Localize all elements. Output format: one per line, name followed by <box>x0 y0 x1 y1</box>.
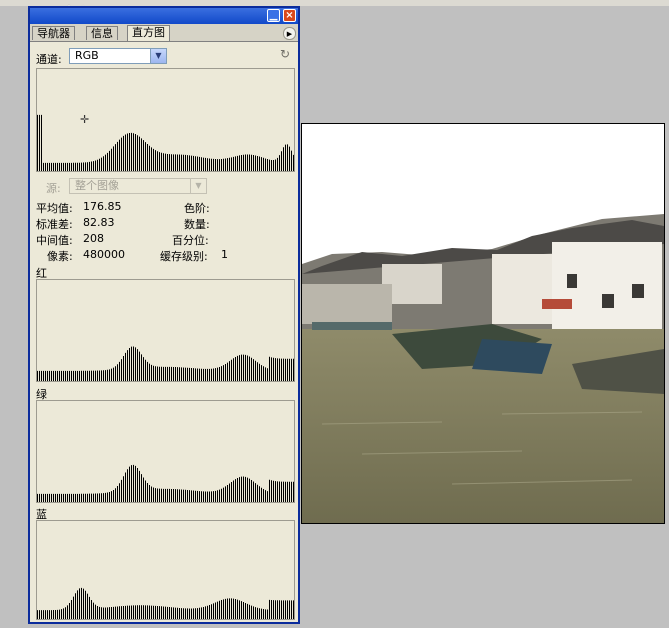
pixels-label: 像素: <box>47 250 73 263</box>
chevron-down-icon[interactable]: ▼ <box>150 49 166 63</box>
channel-select[interactable]: RGB ▼ <box>69 48 167 64</box>
mean-label: 平均值: <box>36 202 73 215</box>
stddev-label: 标准差: <box>36 218 73 231</box>
tab-navigator[interactable]: 导航器 <box>32 26 75 40</box>
minimize-icon[interactable]: ▁ <box>267 9 280 22</box>
panel-titlebar[interactable]: ▁ × <box>30 8 298 24</box>
median-value: 208 <box>83 232 104 245</box>
count-label: 数量: <box>184 218 210 231</box>
median-label: 中间值: <box>36 234 73 247</box>
green-histogram <box>36 400 295 503</box>
level-label: 色阶: <box>184 202 210 215</box>
source-select-value: 整个图像 <box>75 179 119 192</box>
refresh-icon[interactable]: ↻ <box>280 48 292 60</box>
source-label: 源: <box>46 182 61 195</box>
main-histogram[interactable] <box>36 68 295 172</box>
stddev-value: 82.83 <box>83 216 115 229</box>
chevron-down-icon: ▼ <box>190 179 206 193</box>
source-select: 整个图像 ▼ <box>69 178 207 194</box>
channel-select-value: RGB <box>75 49 99 62</box>
close-icon[interactable]: × <box>283 9 296 22</box>
cache-value: 1 <box>221 248 228 261</box>
blue-histogram <box>36 520 295 620</box>
panel-tabs: 导航器 信息 直方图 ▶ <box>30 24 298 42</box>
crosshair-cursor-icon: ✛ <box>80 113 90 126</box>
tab-info[interactable]: 信息 <box>86 26 118 40</box>
tab-histogram[interactable]: 直方图 <box>127 25 170 41</box>
histogram-panel: ▁ × 导航器 信息 直方图 ▶ 通道: RGB ▼ ↻ ✛ 源: 整个图像 ▼… <box>28 6 300 624</box>
red-histogram <box>36 279 295 382</box>
document-image[interactable] <box>301 123 665 524</box>
channel-label: 通道: <box>36 53 62 66</box>
percentile-label: 百分位: <box>172 234 209 247</box>
mean-value: 176.85 <box>83 200 122 213</box>
panel-menu-icon[interactable]: ▶ <box>283 27 296 40</box>
pixels-value: 480000 <box>83 248 125 261</box>
cache-label: 缓存级别: <box>160 250 208 263</box>
canal-village-photo <box>302 124 664 523</box>
